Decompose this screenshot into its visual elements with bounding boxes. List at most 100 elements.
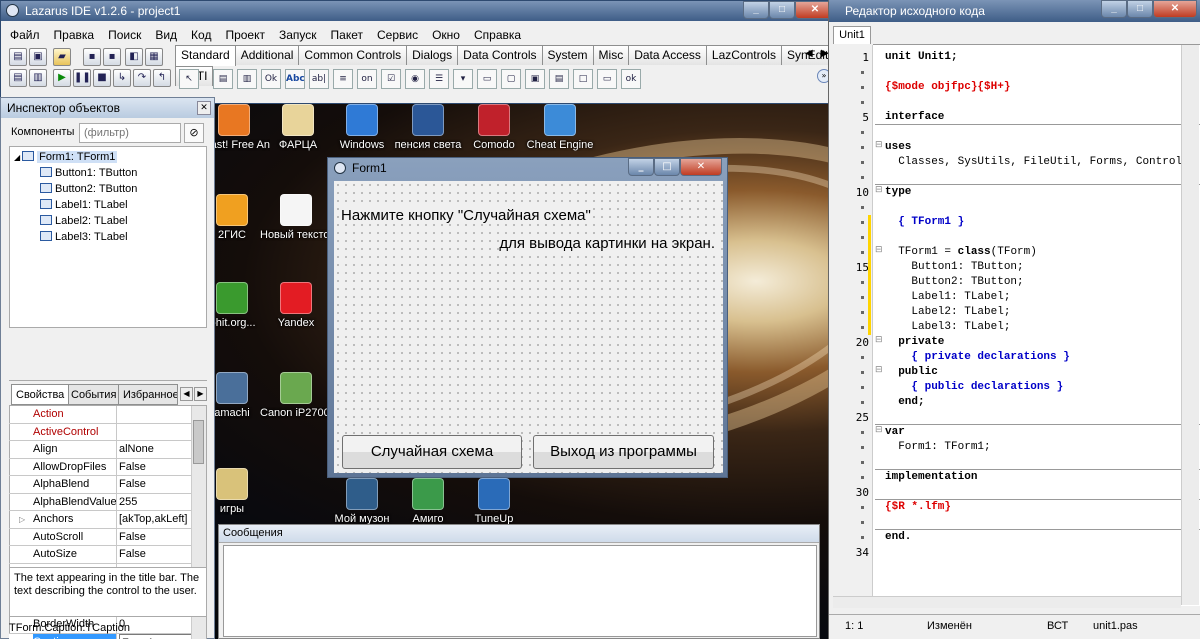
property-row[interactable]: CaptionForm1 ➔ [9,633,193,639]
view-forms-icon[interactable]: ▤ [9,69,27,87]
desktop-icon[interactable]: Cheat Engine [524,104,596,151]
property-row[interactable]: ActiveControl [9,423,191,441]
property-value[interactable]: 255 [119,494,193,511]
exit-program-button[interactable]: Выход из программы [533,435,714,469]
menu-tools[interactable]: Сервис [370,25,425,45]
property-row[interactable]: AllowDropFiles False [9,458,193,476]
step-into-icon[interactable]: ↳ [113,69,131,87]
property-row[interactable]: AlphaBlend False [9,476,191,494]
fold-icon[interactable]: ⊟ [875,335,883,345]
desktop-icon[interactable]: Мой музон [326,478,398,525]
code-line[interactable]: Button2: TButton; [885,275,1023,290]
property-value[interactable]: alNone [119,441,193,458]
menu-package[interactable]: Пакет [324,25,370,45]
tmainmenu-icon[interactable]: ▤ [213,69,233,89]
code-line[interactable]: Form1: TForm1; [885,440,990,455]
tradiobutton-icon[interactable]: ◉ [405,69,425,89]
desktop-icon[interactable]: ФАРЦА [262,104,334,151]
maximize-button[interactable]: □ [769,1,795,19]
tab-dialogs[interactable]: Dialogs [406,45,459,65]
code-line[interactable]: {$R *.lfm} [885,500,951,515]
code-line[interactable]: type [885,185,911,200]
messages-list[interactable] [223,545,817,637]
code-line[interactable]: implementation [885,470,977,485]
code-line[interactable]: Label3: TLabel; [885,320,1010,335]
code-line[interactable]: Button1: TButton; [885,260,1023,275]
menu-search[interactable]: Поиск [101,25,148,45]
code-line[interactable]: { TForm1 } [885,215,964,230]
property-value[interactable]: False [119,476,193,493]
desktop-icon[interactable]: TuneUp [458,478,530,525]
ttogglebox-icon[interactable]: on [357,69,377,89]
menu-edit[interactable]: Правка [47,25,102,45]
code-line[interactable]: TForm1 = class(TForm) [885,245,1037,260]
desktop-icon[interactable]: Canon iP2700 seri... [260,372,332,419]
property-value[interactable]: 0 [119,616,193,633]
tab-properties[interactable]: Свойства [11,384,70,405]
tab-scroll-left-icon[interactable]: ◀ [180,387,193,401]
tmemo-icon[interactable]: ≡ [333,69,353,89]
selection-pointer-icon[interactable]: ↖ [179,69,199,89]
tscrollbar-icon[interactable]: ▭ [477,69,497,89]
tree-node-button1[interactable]: Button1: TButton [40,165,137,181]
desktop-icon[interactable]: Новый текстов... [260,194,332,241]
code-line[interactable]: Label1: TLabel; [885,290,1010,305]
tab-misc[interactable]: Misc [592,45,630,65]
tcombobox-icon[interactable]: ▾ [453,69,473,89]
property-row[interactable]: AutoScroll False [9,528,191,546]
close-icon[interactable]: ✕ [197,101,211,115]
clear-filter-icon[interactable]: ⊘ [184,123,204,143]
menu-help[interactable]: Справка [467,25,528,45]
tpanel-icon[interactable]: □ [573,69,593,89]
code-line[interactable]: {$mode objfpc}{$H+} [885,80,1010,95]
label2[interactable]: для вывода картинки на экран. [499,235,715,252]
code-line[interactable]: end; [885,395,924,410]
code-line[interactable]: { private declarations } [885,350,1069,365]
menu-view[interactable]: Вид [148,25,184,45]
editor-tab-unit1[interactable]: Unit1 [833,26,871,44]
tab-system[interactable]: System [541,45,594,65]
code-line[interactable]: Classes, SysUtils, FileUtil, Forms, Cont… [885,155,1188,170]
tedit-icon[interactable]: ab| [309,69,329,89]
property-value[interactable]: False [119,459,193,476]
code-line[interactable]: unit Unit1; [885,50,958,65]
code-line[interactable]: var [885,425,905,440]
code-line[interactable]: end. [885,530,911,545]
tab-standard[interactable]: Standard [175,45,236,66]
tlistbox-icon[interactable]: ☰ [429,69,449,89]
code-line[interactable]: interface [885,110,944,125]
editor-minimize-button[interactable]: _ [1101,0,1127,18]
tab-data-access[interactable]: Data Access [628,45,707,65]
splitter[interactable] [9,380,207,381]
fold-icon[interactable]: ⊟ [875,365,883,375]
pause-icon[interactable]: ❚❚ [73,69,91,87]
tree-node-form1[interactable]: ◢ Form1: TForm1 [14,149,118,165]
menu-file[interactable]: Файл [3,25,47,45]
menu-run[interactable]: Запуск [272,25,324,45]
label1[interactable]: Нажмите кнопку "Случайная схема" [341,207,591,224]
tab-scroll-right-icon[interactable]: ▶ [194,387,207,401]
tab-scroll-left-icon[interactable]: ◀ [805,48,819,62]
tradiogroup-icon[interactable]: ▣ [525,69,545,89]
tab-events[interactable]: События [66,384,122,405]
fold-icon[interactable]: ⊟ [875,245,883,255]
tgroupbox-icon[interactable]: ▢ [501,69,521,89]
property-row[interactable]: AutoSize False [9,546,191,564]
tcheckgroup-icon[interactable]: ▤ [549,69,569,89]
toggle-form-unit-icon[interactable]: ◧ [125,48,143,66]
form-design-surface[interactable]: Нажмите кнопку "Случайная схема" для выв… [334,181,723,473]
code-line[interactable]: Label2: TLabel; [885,305,1010,320]
desktop-icon[interactable]: Амиго [392,478,464,525]
fold-icon[interactable]: ⊟ [875,185,883,195]
property-value[interactable] [119,406,193,423]
code-line[interactable]: public [885,365,938,380]
property-row[interactable]: Anchors [akTop,akLeft] ▷ [9,511,191,529]
editor-maximize-button[interactable]: □ [1127,0,1153,18]
save-all-icon[interactable]: ▪ [103,48,121,66]
tree-node-button2[interactable]: Button2: TButton [40,181,137,197]
save-icon[interactable]: ▪ [83,48,101,66]
property-row[interactable]: Align alNone [9,441,191,459]
desktop-icon[interactable]: Yandex [260,282,332,329]
property-row[interactable]: Action [9,406,191,424]
editor-close-button[interactable]: ✕ [1153,0,1197,18]
